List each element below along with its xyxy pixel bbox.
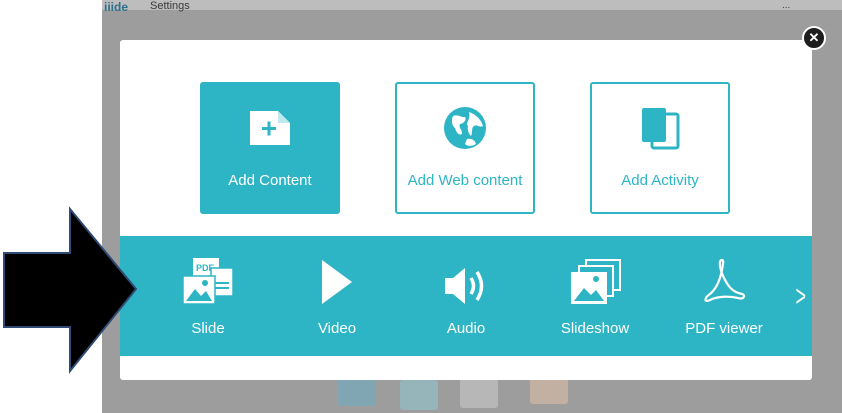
add-web-content-label: Add Web content <box>407 172 523 189</box>
add-content-icon <box>246 104 294 152</box>
settings-link: Settings <box>150 0 190 12</box>
add-web-content-card[interactable]: Add Web content <box>395 82 535 214</box>
tool-slideshow[interactable]: Slideshow <box>540 250 650 337</box>
arrow-right-icon <box>3 206 138 374</box>
add-activity-card[interactable]: Add Activity <box>590 82 730 214</box>
slide-icon: PDF <box>181 250 235 306</box>
tool-audio-label: Audio <box>446 320 486 337</box>
app-header <box>102 0 842 10</box>
header-right-text: ... <box>782 0 791 11</box>
tool-video[interactable]: Video <box>282 250 392 337</box>
tool-slide-label: Slide <box>191 320 225 337</box>
speaker-icon <box>443 250 489 306</box>
activity-icon <box>636 104 684 152</box>
add-content-card[interactable]: Add Content <box>200 82 340 214</box>
globe-icon <box>441 104 489 152</box>
play-icon <box>320 250 354 306</box>
tool-video-label: Video <box>317 320 357 337</box>
pdf-icon <box>702 250 746 306</box>
content-type-bar: PDF Slide Video Audio Slideshow PDF view… <box>120 236 812 356</box>
tool-pdf-viewer-label: PDF viewer <box>685 320 763 337</box>
tool-audio[interactable]: Audio <box>411 250 521 337</box>
tool-slideshow-label: Slideshow <box>560 320 630 337</box>
tool-slide[interactable]: PDF Slide <box>153 250 263 337</box>
add-activity-label: Add Activity <box>621 172 699 189</box>
chevron-right-icon[interactable]: > <box>796 280 807 314</box>
add-content-label: Add Content <box>228 172 312 189</box>
slideshow-icon <box>568 250 622 306</box>
tool-pdf-viewer[interactable]: PDF viewer <box>669 250 779 337</box>
close-icon[interactable]: ✕ <box>802 26 826 50</box>
app-tab: iiide <box>104 0 129 14</box>
